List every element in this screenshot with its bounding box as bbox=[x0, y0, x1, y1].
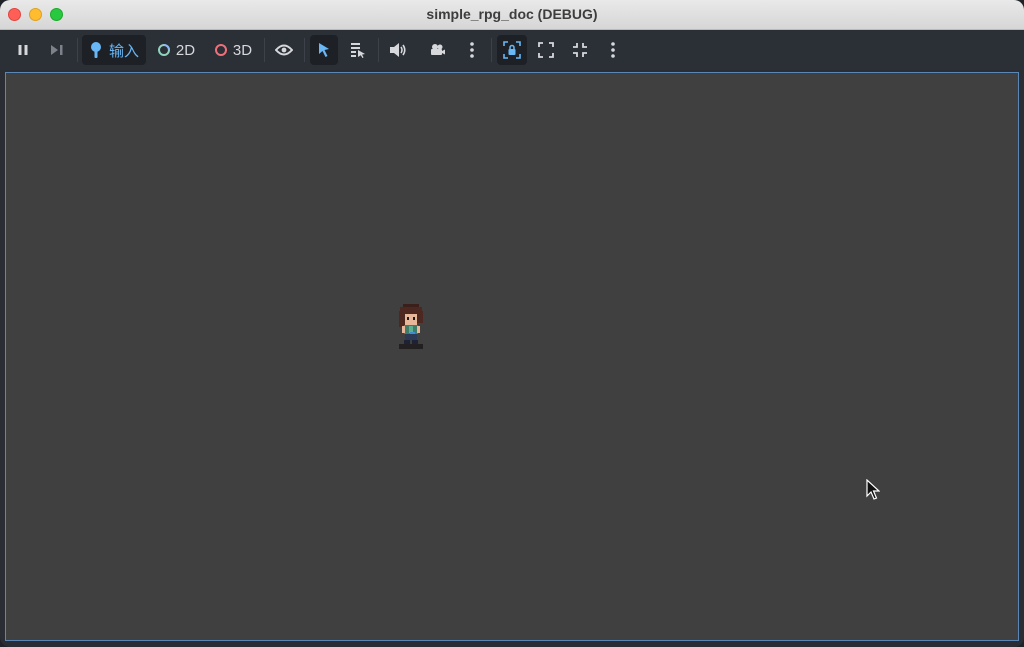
eye-icon bbox=[275, 44, 293, 56]
mode-2d-button[interactable]: 2D bbox=[152, 35, 200, 65]
embed-options-button[interactable] bbox=[601, 35, 625, 65]
step-frame-icon bbox=[51, 45, 63, 55]
more-vertical-icon bbox=[611, 42, 615, 58]
expand-button[interactable] bbox=[532, 35, 560, 65]
more-vertical-icon bbox=[470, 42, 474, 58]
window-title: simple_rpg_doc (DEBUG) bbox=[426, 6, 598, 22]
title-bar[interactable]: simple_rpg_doc (DEBUG) bbox=[0, 0, 1024, 30]
game-viewport[interactable] bbox=[5, 72, 1019, 641]
circle-3d-icon bbox=[214, 44, 227, 56]
mode-3d-label: 3D bbox=[232, 41, 253, 59]
speaker-icon bbox=[390, 43, 406, 57]
list-select-icon bbox=[351, 43, 365, 58]
toolbar-separator bbox=[491, 38, 492, 62]
circle-2d-icon bbox=[157, 44, 170, 56]
camera-icon bbox=[431, 44, 445, 55]
expand-icon bbox=[538, 42, 554, 58]
mode-2d-label: 2D bbox=[175, 41, 196, 59]
next-frame-button[interactable] bbox=[44, 35, 70, 65]
select-pointer-icon bbox=[319, 43, 329, 57]
camera-button[interactable] bbox=[424, 35, 452, 65]
shrink-button[interactable] bbox=[566, 35, 594, 65]
audio-button[interactable] bbox=[384, 35, 412, 65]
toolbar-separator bbox=[304, 38, 305, 62]
mode-3d-button[interactable]: 3D bbox=[208, 35, 258, 65]
mouse-cursor-icon bbox=[866, 479, 880, 500]
collapse-icon bbox=[573, 43, 587, 57]
visibility-button[interactable] bbox=[270, 35, 298, 65]
pause-icon bbox=[18, 45, 28, 55]
select-mode-button[interactable] bbox=[310, 35, 338, 65]
toolbar-separator bbox=[378, 38, 379, 62]
player-character-sprite bbox=[399, 304, 423, 349]
game-window: simple_rpg_doc (DEBUG) 输入 2D 3D bbox=[0, 0, 1024, 647]
input-label: 输入 bbox=[108, 42, 139, 60]
input-toggle-button[interactable]: 输入 bbox=[82, 35, 146, 65]
toolbar-separator bbox=[77, 38, 78, 62]
toolbar-separator bbox=[264, 38, 265, 62]
input-icon bbox=[90, 42, 101, 58]
pause-button[interactable] bbox=[10, 35, 36, 65]
lock-frame-icon bbox=[503, 41, 521, 59]
embed-lock-button[interactable] bbox=[497, 35, 527, 65]
camera-options-button[interactable] bbox=[460, 35, 484, 65]
debug-toolbar: 输入 2D 3D bbox=[0, 30, 1024, 70]
list-select-button[interactable] bbox=[344, 35, 372, 65]
